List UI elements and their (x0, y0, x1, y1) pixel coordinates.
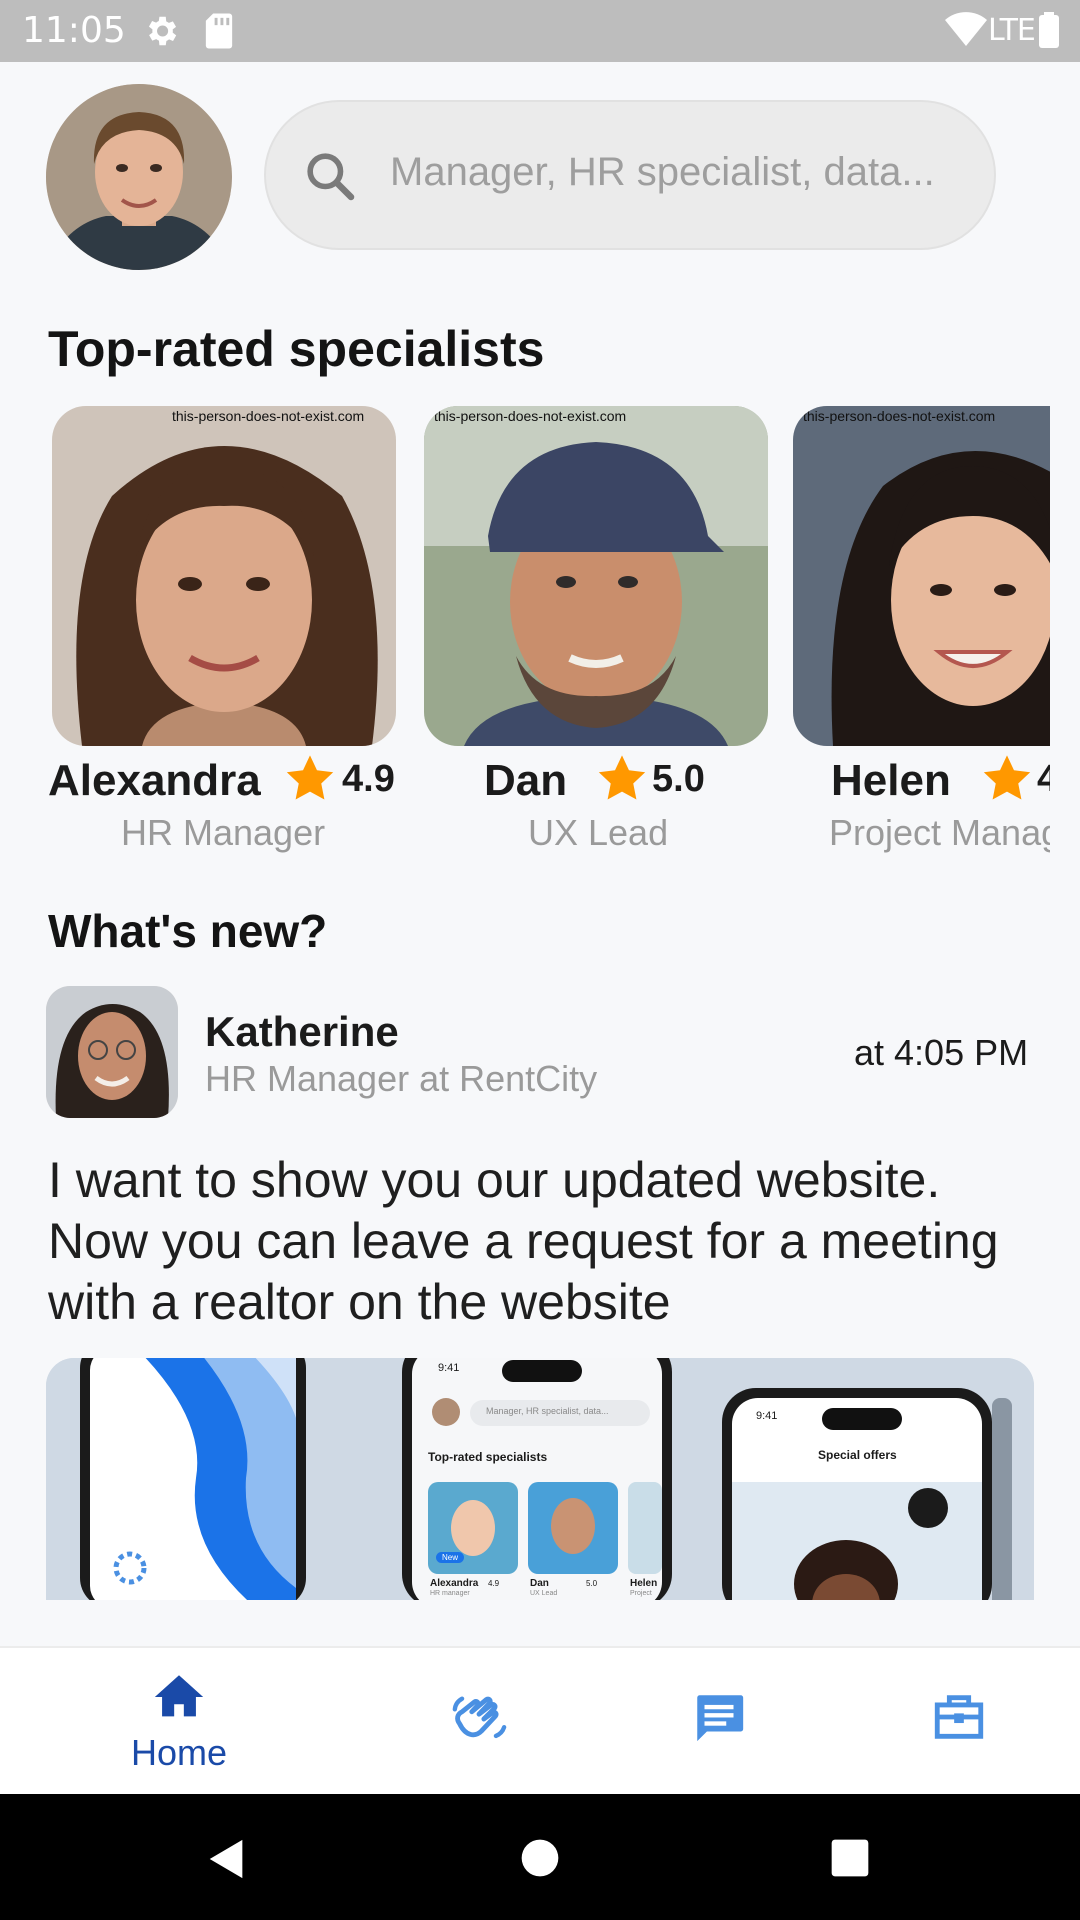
news-author-name[interactable]: Katherine (205, 1008, 399, 1056)
news-author-avatar[interactable] (46, 986, 178, 1118)
briefcase-icon (934, 1695, 984, 1739)
search-bar[interactable]: Manager, HR specialist, data... (264, 100, 996, 250)
wifi-icon (945, 12, 987, 46)
nav-home[interactable]: Home (44, 1648, 314, 1796)
search-placeholder: Manager, HR specialist, data... (390, 150, 935, 194)
section-title-top-rated: Top-rated specialists (48, 321, 545, 377)
nav-messages[interactable] (584, 1648, 854, 1796)
specialist-rating: 4 (1037, 758, 1050, 800)
status-bar: 11:05 LTE (0, 0, 1080, 62)
star-icon (598, 755, 646, 800)
specialist-name: Alexandra (48, 756, 261, 805)
photo-watermark: this-person-does-not-exist.com (803, 408, 996, 424)
nav-jobs[interactable] (824, 1648, 1080, 1796)
sd-card-icon (205, 13, 233, 49)
mock-role-1: HR manager (430, 1590, 470, 1597)
news-image-graphic (46, 1358, 1034, 1600)
specialist-rating: 4.9 (342, 758, 395, 800)
mock-name-3: Helen (630, 1578, 658, 1589)
network-type: LTE (988, 13, 1036, 48)
status-time: 11:05 (22, 10, 126, 51)
mock-role-3: Project (630, 1590, 652, 1597)
mock-offers-title: Special offers (818, 1448, 897, 1462)
mock-name-1: Alexandra (430, 1578, 479, 1589)
user-avatar[interactable] (46, 84, 232, 270)
specialist-photo: this-person-does-not-exist.com (52, 406, 396, 746)
mock-rating-2: 5.0 (586, 1579, 598, 1588)
mock-section-title: Top-rated specialists (428, 1450, 548, 1464)
mock-time: 9:41 (438, 1362, 460, 1374)
specialist-photo: this-person-does-not-exist.com (424, 406, 768, 746)
mock-name-2: Dan (530, 1578, 549, 1589)
system-navigation-bar (0, 1794, 1080, 1920)
back-icon[interactable] (204, 1836, 250, 1882)
mock-search: Manager, HR specialist, data... (486, 1406, 609, 1416)
specialist-rating: 5.0 (652, 758, 705, 800)
photo-watermark: this-person-does-not-exist.com (172, 408, 365, 424)
star-icon (983, 755, 1031, 800)
mock-role-2: UX Lead (530, 1590, 558, 1597)
handshake-icon (452, 1696, 507, 1739)
section-title-whats-new: What's new? (48, 905, 328, 957)
recents-icon[interactable] (830, 1838, 870, 1878)
specialists-carousel[interactable]: this-person-does-not-exist.com Alexandra… (0, 404, 1050, 864)
battery-icon (1039, 12, 1059, 48)
specialist-role: HR Manager (121, 812, 326, 853)
bottom-navigation: Home (0, 1646, 1080, 1796)
settings-icon (148, 16, 177, 46)
specialist-name: Helen (831, 756, 951, 805)
chat-icon (697, 1695, 744, 1742)
news-time: at 4:05 PM (854, 1032, 1029, 1073)
mock-rating-1: 4.9 (488, 1579, 500, 1588)
specialist-role: Project Manager (829, 812, 1050, 853)
news-text: I want to show you our updated website. … (48, 1152, 999, 1330)
news-author-avatar-image (46, 986, 178, 1118)
news-image[interactable]: 9:41 Manager, HR specialist, data... Top… (46, 1358, 1034, 1600)
specialist-name: Dan (484, 756, 568, 805)
nav-home-label: Home (130, 1732, 228, 1773)
specialist-role: UX Lead (528, 812, 669, 853)
home-icon (154, 1675, 204, 1717)
nav-handshake[interactable] (344, 1648, 614, 1796)
mock-new-badge: New (436, 1552, 465, 1563)
user-avatar-image (46, 84, 232, 270)
mock-time-2: 9:41 (756, 1410, 778, 1422)
news-author-subtitle: HR Manager at RentCity (205, 1058, 598, 1099)
photo-watermark: this-person-does-not-exist.com (434, 408, 627, 424)
search-icon (307, 153, 355, 201)
specialist-photo: this-person-does-not-exist.com (793, 406, 1050, 746)
home-circle-icon[interactable] (520, 1838, 560, 1878)
star-icon (286, 755, 334, 800)
